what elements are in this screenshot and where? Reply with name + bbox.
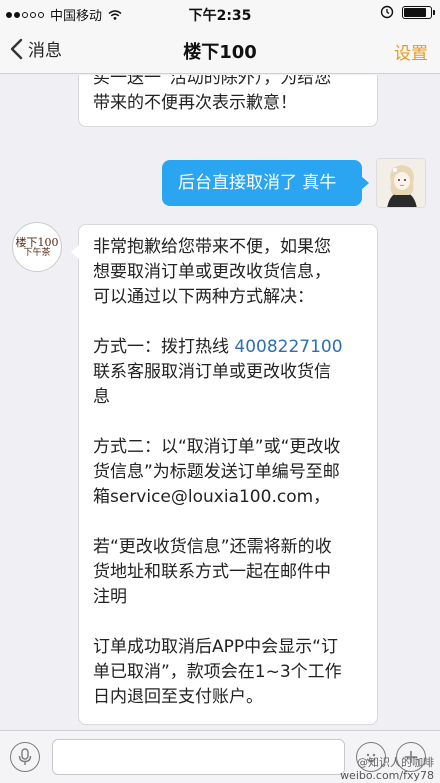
- emoji-button[interactable]: [356, 742, 386, 772]
- bubble-tail: [71, 245, 79, 259]
- status-time: 下午2:35: [188, 8, 252, 24]
- shop-logo-subtext: 下午茶: [23, 247, 51, 258]
- shop-message-partial: 买一送一”活动的除外），为给您 带来的不便再次表示歉意！: [78, 75, 378, 127]
- user-message: 后台直接取消了 真牛: [162, 160, 369, 206]
- method-one-prefix: 方式一：拨打热线: [93, 337, 235, 357]
- message-line: 带来的不便再次表示歉意！: [93, 93, 297, 113]
- message-line: 想要取消订单或更改收货信息，: [93, 262, 331, 282]
- message-line: 订单成功取消后APP中会显示“订: [93, 637, 338, 657]
- hotline-phone-link[interactable]: 4008227100: [234, 337, 342, 357]
- back-label: 消息: [28, 41, 62, 61]
- message-line: 箱service@louxia100.com，: [93, 487, 331, 507]
- message-line: 单已取消”，款项会在1~3个工作: [93, 662, 342, 682]
- message-line: 方式二：以“取消订单”或“更改收: [93, 437, 341, 457]
- message-line: 日内退回至支付账户。: [93, 687, 263, 707]
- message-line: 联系客服取消订单或更改收货信: [93, 362, 331, 382]
- chevron-left-icon: [10, 38, 23, 59]
- message-line: 可以通过以下两种方式解决：: [93, 287, 314, 307]
- input-bar: [0, 730, 440, 783]
- plus-icon: [405, 751, 417, 763]
- shop-avatar[interactable]: 楼下100 下午茶: [12, 222, 62, 272]
- shop-message: 非常抱歉给您带来不便，如果您 想要取消订单或更改收货信息， 可以通过以下两种方式…: [71, 224, 378, 725]
- message-line: 货地址和联系方式一起在邮件中: [93, 562, 331, 582]
- message-line: 非常抱歉给您带来不便，如果您: [93, 237, 331, 257]
- message-line: 方式一：拨打热线 4008227100: [93, 335, 363, 360]
- battery-icon: [402, 5, 435, 19]
- user-avatar-image: [377, 159, 425, 207]
- user-avatar[interactable]: [376, 158, 426, 208]
- settings-button[interactable]: 设置: [394, 39, 428, 64]
- page-title: 楼下100: [183, 42, 257, 63]
- emoji-icon: [366, 753, 376, 762]
- alarm-icon: [380, 5, 394, 19]
- voice-input-button[interactable]: [10, 742, 40, 772]
- microphone-icon: [18, 748, 32, 765]
- message-line: 买一送一”活动的除外），为给您: [93, 75, 332, 88]
- message-line: 若“更改收货信息”还需将新的收: [93, 537, 332, 557]
- battery-level-fill: [404, 7, 427, 17]
- more-options-button[interactable]: [396, 742, 426, 772]
- back-button[interactable]: 消息: [10, 36, 62, 61]
- shop-logo-text: 楼下100: [15, 235, 59, 249]
- navigation-bar: 消息 楼下100 设置: [0, 26, 440, 74]
- message-input[interactable]: [52, 739, 345, 775]
- chat-area[interactable]: 买一送一”活动的除外），为给您 带来的不便再次表示歉意！ 后台直接取消了 真牛 …: [0, 75, 440, 730]
- user-message-text: 后台直接取消了 真牛: [178, 173, 337, 193]
- message-line: 注明: [93, 587, 127, 607]
- status-right: [380, 5, 435, 19]
- status-bar: 中国移动 下午2:35: [0, 0, 440, 26]
- message-line: 息: [93, 387, 110, 407]
- message-line: 货信息”为标题发送订单编号至邮: [93, 462, 340, 482]
